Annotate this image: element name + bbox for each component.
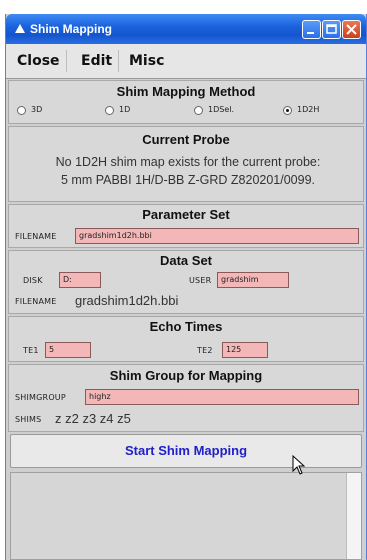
echo-times-title: Echo Times (149, 319, 223, 334)
data-set-title: Data Set (159, 253, 213, 268)
shimgroup-input[interactable]: highz (85, 389, 359, 405)
shim-group-section: Shim Group for Mapping SHIMGROUP highz S… (8, 364, 364, 432)
radio-label: 1D (119, 105, 131, 114)
vertical-scrollbar[interactable] (346, 473, 361, 559)
app-icon (15, 24, 25, 33)
filename-label: FILENAME (15, 297, 57, 306)
shim-mapping-window: Shim Mapping Close Edit Misc Shim Mappin… (5, 14, 367, 560)
menu-bar: Close Edit Misc (6, 44, 366, 79)
start-shim-mapping-button[interactable]: Start Shim Mapping (10, 434, 362, 468)
user-input[interactable]: gradshim (217, 272, 289, 288)
radio-label: 1D2H (297, 105, 320, 114)
radio-button[interactable] (105, 106, 114, 115)
radio-label: 1DSel. (208, 105, 235, 114)
shims-label: SHIMS (15, 415, 42, 424)
te1-label: TE1 (23, 346, 39, 355)
maximize-button[interactable] (322, 20, 341, 39)
mouse-pointer-icon (292, 455, 306, 475)
parameter-set-title: Parameter Set (142, 207, 230, 222)
title-bar[interactable]: Shim Mapping (6, 14, 366, 44)
probe-name: 5 mm PABBI 1H/D-BB Z-GRD Z820201/0099. (60, 173, 316, 187)
minimize-icon (307, 32, 314, 34)
probe-title: Current Probe (142, 132, 230, 147)
minimize-button[interactable] (302, 20, 321, 39)
disk-label: DISK (23, 276, 43, 285)
maximize-icon (326, 24, 337, 34)
probe-section: Current Probe No 1D2H shim map exists fo… (8, 126, 364, 202)
menu-misc[interactable]: Misc (126, 50, 167, 72)
data-set-section: Data Set DISK D: USER gradshim FILENAME … (8, 250, 364, 314)
close-icon (346, 24, 357, 35)
echo-times-section: Echo Times TE1 5 TE2 125 (8, 316, 364, 362)
radio-button[interactable] (17, 106, 26, 115)
output-area (10, 472, 362, 560)
menu-edit[interactable]: Edit (78, 50, 120, 72)
menu-close[interactable]: Close (14, 50, 67, 72)
radio-button[interactable] (283, 106, 292, 115)
disk-input[interactable]: D: (59, 272, 101, 288)
radio-label: 3D (31, 105, 43, 114)
te1-input[interactable]: 5 (45, 342, 91, 358)
probe-message: No 1D2H shim map exists for the current … (55, 155, 321, 169)
te2-input[interactable]: 125 (222, 342, 268, 358)
radio-button[interactable] (194, 106, 203, 115)
parameter-filename-input[interactable]: gradshim1d2h.bbi (75, 228, 359, 244)
data-filename-value: gradshim1d2h.bbi (75, 293, 179, 308)
shims-value: z z2 z3 z4 z5 (55, 411, 131, 426)
window-title: Shim Mapping (30, 22, 112, 36)
filename-label: FILENAME (15, 232, 57, 241)
user-label: USER (189, 276, 212, 285)
method-title: Shim Mapping Method (116, 84, 256, 99)
close-window-button[interactable] (342, 20, 361, 39)
te2-label: TE2 (197, 346, 213, 355)
shimgroup-label: SHIMGROUP (15, 393, 66, 402)
parameter-set-section: Parameter Set FILENAME gradshim1d2h.bbi (8, 204, 364, 248)
method-section: Shim Mapping Method 3D 1D 1DSel. 1D2H (8, 80, 364, 124)
shim-group-title: Shim Group for Mapping (109, 368, 263, 383)
